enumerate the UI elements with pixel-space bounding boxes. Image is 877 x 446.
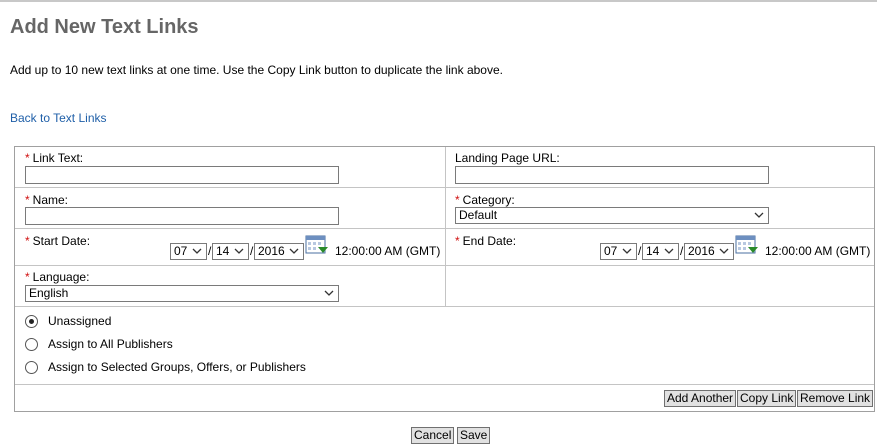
row-divider [15,187,874,188]
chevron-down-icon [324,290,334,296]
date-separator: / [208,244,212,258]
end-time-text: 12:00:00 AM (GMT) [765,244,871,258]
category-select[interactable]: Default [455,207,769,224]
required-marker: * [455,193,460,207]
calendar-icon[interactable] [735,234,759,256]
language-value: English [29,286,69,300]
chevron-down-icon [192,248,202,254]
date-separator: / [638,244,642,258]
start-year-select[interactable]: 2016 [254,243,304,260]
landing-page-url-label: Landing Page URL: [455,151,560,165]
end-month-select[interactable]: 07 [600,243,637,260]
language-select[interactable]: English [25,285,339,302]
radio-label: Assign to Selected Groups, Offers, or Pu… [48,360,306,374]
category-value: Default [459,208,498,222]
cancel-button[interactable]: Cancel [411,427,455,444]
radio-option-all-publishers[interactable]: Assign to All Publishers [25,337,173,351]
row-divider [15,384,874,385]
row-divider [15,228,874,229]
save-button[interactable]: Save [457,427,491,444]
end-day-select[interactable]: 14 [642,243,679,260]
text-link-form: * Link Text: Landing Page URL: * Name: * Ca… [14,146,875,412]
end-date-label: * End Date: [455,234,517,248]
chevron-down-icon [719,248,729,254]
category-label: * Category: [455,193,515,207]
chevron-down-icon [234,248,244,254]
chevron-down-icon [754,212,764,218]
row-divider [15,306,874,307]
back-to-text-links-link[interactable]: Back to Text Links [10,111,107,125]
radio-button[interactable] [25,360,38,374]
remove-link-button[interactable]: Remove Link [797,390,874,407]
required-marker: * [455,234,460,248]
name-input[interactable] [25,207,339,225]
chevron-down-icon [289,248,299,254]
page-title: Add New Text Links [10,16,199,38]
link-text-label: * Link Text: [25,151,84,165]
chevron-down-icon [622,248,632,254]
radio-button[interactable] [25,314,38,328]
date-separator: / [680,244,684,258]
language-label: * Language: [25,270,90,284]
radio-option-selected-groups[interactable]: Assign to Selected Groups, Offers, or Pu… [25,360,306,374]
start-month-select[interactable]: 07 [170,243,207,260]
start-date-label: * Start Date: [25,234,91,248]
row-divider [15,265,874,266]
intro-text: Add up to 10 new text links at one time.… [10,63,503,77]
link-text-input[interactable] [25,166,339,184]
start-time-text: 12:00:00 AM (GMT) [335,244,441,258]
calendar-icon[interactable] [305,234,329,256]
copy-link-button[interactable]: Copy Link [737,390,797,407]
column-divider [445,147,446,307]
chevron-down-icon [664,248,674,254]
add-another-button[interactable]: Add Another [664,390,737,407]
required-marker: * [25,270,30,284]
radio-label: Assign to All Publishers [48,337,173,351]
start-day-select[interactable]: 14 [212,243,249,260]
radio-button[interactable] [25,337,38,351]
radio-option-unassigned[interactable]: Unassigned [25,314,111,328]
required-marker: * [25,193,30,207]
name-label: * Name: [25,193,69,207]
required-marker: * [25,151,30,165]
date-separator: / [250,244,254,258]
required-marker: * [25,234,30,248]
end-year-select[interactable]: 2016 [684,243,734,260]
radio-label: Unassigned [48,314,112,328]
landing-page-url-input[interactable] [455,166,769,184]
